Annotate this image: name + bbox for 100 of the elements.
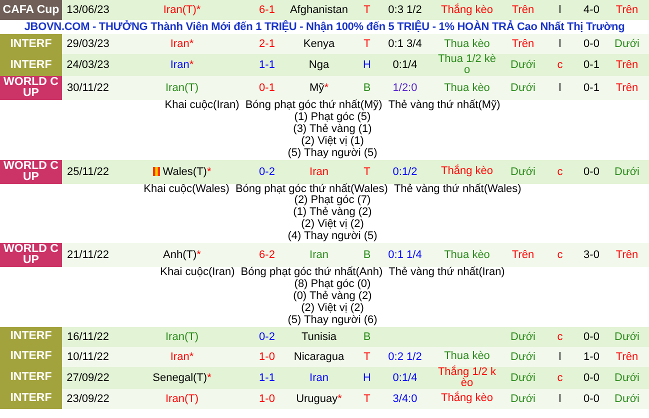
home-team[interactable]: Iran — [170, 38, 190, 50]
odd-even: c — [556, 249, 564, 262]
stat-text: (2) Việt vị (2) — [301, 302, 364, 314]
star-mark: * — [207, 372, 212, 384]
home-team[interactable]: Iran — [170, 350, 190, 363]
result-letter: T — [362, 392, 372, 405]
result-letter: H — [362, 59, 372, 71]
match-date: 25/11/22 — [66, 166, 110, 178]
halftime-over-under: Dưới — [614, 372, 640, 384]
halftime-over-under: Dưới — [614, 330, 640, 343]
over-under: Dưới — [510, 330, 536, 343]
home-team[interactable]: Anh(T) — [163, 249, 197, 262]
handicap-odds: 1/2:0 — [392, 82, 418, 94]
halftime-over-under: Trên — [614, 4, 640, 16]
halftime-score: 0-0 — [582, 392, 600, 405]
odd-even: l — [558, 350, 562, 363]
league-label: INTERF — [0, 326, 62, 347]
over-under: Dưới — [510, 350, 536, 363]
match-score: 0-2 — [258, 166, 276, 178]
stat-text: (1) Thẻ vàng (2) — [293, 207, 372, 219]
stat-text: (5) Thay người (5) — [288, 148, 378, 160]
stat-text: (8) Phạt góc (0) — [294, 278, 371, 290]
handicap-result: Thua kèo — [443, 38, 491, 50]
away-team[interactable]: Tunisia — [301, 330, 337, 343]
league-label: WORLD CUP — [0, 76, 62, 100]
over-under: Trên — [510, 38, 536, 50]
star-mark: * — [206, 166, 212, 178]
home-team[interactable]: Iran — [170, 59, 190, 71]
stat-text: Bóng phạt góc thứ nhất(Wales) — [235, 184, 388, 195]
match-score: 6-2 — [258, 249, 276, 262]
stat-text: Khai cuộc(Iran) — [160, 267, 235, 279]
away-team[interactable]: Nicaragua — [294, 350, 344, 363]
odd-even: l — [558, 82, 562, 94]
match-date: 13/06/23 — [66, 4, 110, 16]
over-under: Dưới — [510, 82, 536, 94]
star-mark: * — [196, 4, 201, 16]
halftime-over-under: Dưới — [614, 38, 640, 50]
halftime-over-under: Dưới — [614, 166, 640, 178]
over-under: Trên — [510, 249, 536, 262]
league-label: WORLD CUP — [0, 160, 62, 184]
star-mark: * — [189, 38, 194, 50]
stat-text: Thẻ vàng thứ nhất(Wales) — [394, 184, 522, 196]
match-date: 10/11/22 — [66, 350, 110, 363]
odd-even: c — [556, 166, 564, 178]
match-date: 27/09/22 — [66, 372, 110, 384]
away-team[interactable]: Mỹ — [310, 82, 324, 94]
stat-text: (5) Thay người (6) — [288, 314, 378, 327]
away-team[interactable]: Nga — [308, 59, 330, 71]
result-letter: B — [362, 249, 372, 262]
handicap-result: Thua kèo — [443, 351, 491, 362]
handicap-result: Thắng kèo — [440, 4, 494, 16]
star-mark: * — [189, 59, 194, 71]
match-date: 21/11/22 — [66, 249, 110, 262]
home-team[interactable]: Iran(T) — [166, 82, 198, 94]
away-team[interactable]: Iran — [310, 249, 328, 262]
home-team[interactable]: Wales(T) — [162, 166, 207, 178]
handicap-result: Thắng 1/2 kèo — [436, 366, 498, 389]
handicap-odds: 0:1 1/4 — [387, 249, 423, 262]
away-team[interactable]: Afghanistan — [290, 4, 348, 16]
match-date: 23/09/22 — [66, 392, 110, 405]
over-under: Trên — [510, 4, 536, 16]
home-team[interactable]: Iran(T) — [166, 330, 198, 343]
odd-even: l — [558, 392, 562, 405]
odd-even: l — [558, 4, 562, 16]
halftime-score: 0-1 — [582, 59, 600, 71]
stat-text: Thẻ vàng thứ nhất(Iran) — [388, 267, 505, 279]
league-label: WORLD CUP — [0, 243, 62, 268]
match-score: 0-1 — [258, 82, 276, 94]
away-team[interactable]: Uruguay — [296, 392, 338, 405]
away-team[interactable]: Kenya — [303, 38, 335, 50]
result-letter: T — [362, 4, 372, 16]
star-mark: * — [324, 82, 328, 94]
away-team[interactable]: Iran — [310, 372, 328, 384]
match-score: 0-2 — [258, 330, 276, 343]
halftime-over-under: Trên — [614, 82, 640, 94]
halftime-score: 0-1 — [582, 82, 600, 94]
handicap-odds: 3/4:0 — [392, 392, 418, 405]
stat-text: Khai cuộc(Wales) — [144, 184, 230, 196]
over-under: Dưới — [510, 392, 536, 405]
over-under: Dưới — [510, 59, 536, 71]
home-team[interactable]: Iran(T) — [166, 392, 198, 405]
star-mark: * — [189, 350, 194, 363]
league-label: INTERF — [0, 388, 62, 409]
handicap-odds: 0:2 1/2 — [387, 350, 423, 363]
odd-even: c — [556, 59, 564, 71]
handicap-result: Thắng kèo — [440, 393, 494, 404]
stat-text: Thẻ vàng thứ nhất(Mỹ) — [388, 100, 500, 112]
stat-text: Bóng phạt góc thứ nhất(Anh) — [240, 267, 383, 278]
league-label: CAFA Cup — [0, 0, 62, 20]
league-label: INTERF — [0, 54, 62, 76]
stat-text: (3) Thẻ vàng (1) — [293, 124, 372, 136]
handicap-odds: 0:1/4 — [392, 372, 418, 384]
result-letter: H — [362, 372, 372, 384]
league-label: INTERF — [0, 366, 62, 389]
handicap-result: Thua kèo — [443, 82, 491, 94]
stat-text: (1) Phạt góc (5) — [294, 112, 371, 124]
halftime-over-under: Trên — [614, 59, 640, 71]
home-team[interactable]: Senegal(T) — [152, 372, 208, 384]
halftime-score: 4-0 — [582, 4, 600, 16]
halftime-score: 0-0 — [582, 38, 600, 50]
